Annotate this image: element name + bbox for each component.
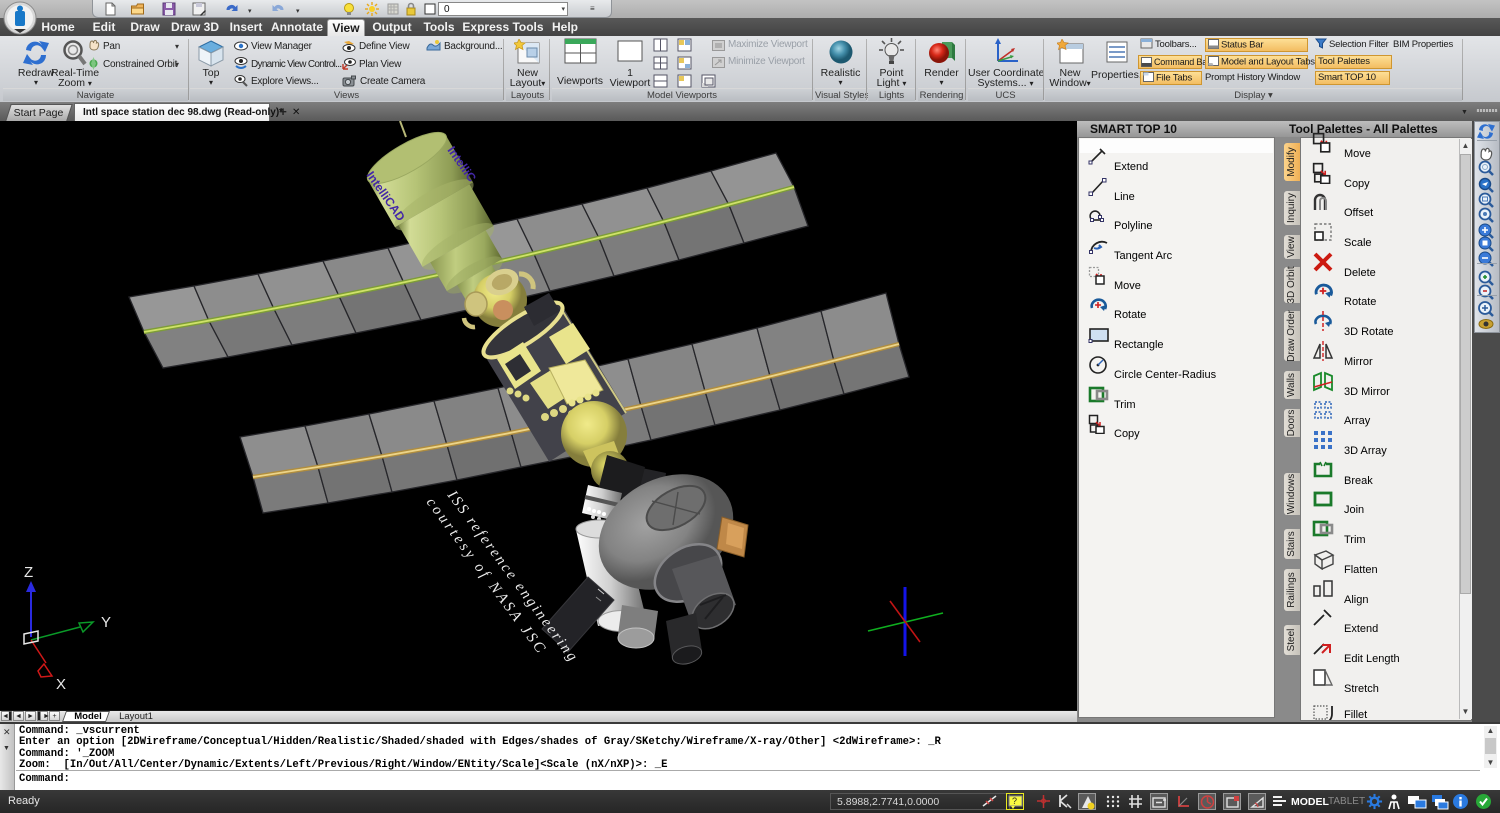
svg-text:?: ? xyxy=(1012,796,1017,806)
svg-text:Y: Y xyxy=(101,614,111,631)
svg-text:X: X xyxy=(56,676,66,693)
svg-text:Z: Z xyxy=(24,564,33,581)
